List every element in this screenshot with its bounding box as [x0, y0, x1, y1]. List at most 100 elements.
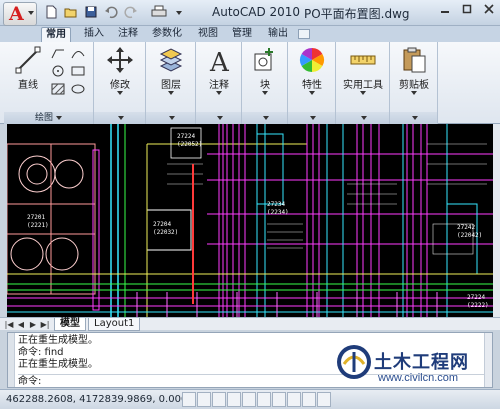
- block-panel-footer[interactable]: [242, 112, 287, 124]
- drawing-canvas[interactable]: 27201 (2221) 27204 (22032) 27224 (22052)…: [7, 124, 493, 317]
- arc-button[interactable]: [70, 46, 86, 60]
- qat-customize-button[interactable]: [170, 3, 188, 21]
- ellipse-icon: [71, 84, 85, 94]
- block-button[interactable]: 块: [241, 44, 289, 110]
- chevron-down-icon: [310, 115, 316, 120]
- layout-tab-bar: |◀ ◀ ▶ ▶| 模型 Layout1: [0, 317, 500, 331]
- coordinate-readout[interactable]: 462288.2608, 4172839.9869, 0.0000: [6, 394, 194, 405]
- next-tab-arrow-icon[interactable]: ▶: [28, 320, 38, 329]
- lineweight-toggle[interactable]: [302, 392, 316, 407]
- clipboard-panel-footer[interactable]: [390, 112, 437, 124]
- otrack-toggle[interactable]: [257, 392, 271, 407]
- chevron-down-icon: [117, 91, 123, 95]
- annotation-label: 注释: [209, 80, 229, 91]
- tab-manage[interactable]: 管理: [228, 27, 256, 42]
- layers-button[interactable]: 图层: [147, 44, 195, 110]
- osnap-toggle[interactable]: [242, 392, 256, 407]
- ellipse-button[interactable]: [70, 82, 86, 96]
- title-bar: A AutoCAD 2010 PO平面布置图.dwg: [0, 0, 500, 26]
- ducs-toggle[interactable]: [272, 392, 286, 407]
- maximize-button[interactable]: [460, 2, 474, 16]
- dyn-toggle[interactable]: [287, 392, 301, 407]
- ribbon-minimize-button[interactable]: [298, 29, 310, 39]
- save-button[interactable]: [82, 3, 100, 21]
- circle-icon: [52, 65, 64, 77]
- close-icon: [484, 4, 494, 14]
- rectangle-icon: [71, 66, 85, 76]
- polyline-button[interactable]: [50, 46, 66, 60]
- modify-panel: 修改: [94, 42, 146, 124]
- open-file-button[interactable]: [62, 3, 80, 21]
- tab-model[interactable]: 模型: [54, 318, 86, 331]
- chevron-down-icon: [262, 91, 268, 95]
- redo-icon: [124, 6, 137, 19]
- quick-properties-toggle[interactable]: [317, 392, 331, 407]
- chevron-down-icon: [361, 115, 367, 120]
- modify-button[interactable]: 修改: [96, 44, 144, 110]
- chevron-down-icon: [216, 91, 222, 95]
- room-label: (22052): [177, 141, 202, 148]
- properties-label: 特性: [302, 80, 322, 91]
- properties-button[interactable]: 特性: [288, 44, 336, 110]
- properties-panel-footer[interactable]: [288, 112, 335, 124]
- tab-output[interactable]: 输出: [264, 27, 292, 42]
- clipboard-button[interactable]: 剪贴板: [390, 44, 438, 110]
- draw-panel-footer[interactable]: 绘图: [4, 112, 93, 124]
- tab-insert[interactable]: 插入: [80, 27, 108, 42]
- room-label: 27204: [153, 221, 171, 228]
- circle-button[interactable]: [50, 64, 66, 78]
- watermark-url: www.civilcn.com: [378, 372, 459, 384]
- printer-icon: [151, 5, 167, 17]
- tab-parametric[interactable]: 参数化: [148, 27, 186, 42]
- redo-button[interactable]: [122, 3, 140, 21]
- line-button[interactable]: 直线: [4, 44, 52, 110]
- application-menu-button[interactable]: A: [3, 2, 37, 26]
- line-label: 直线: [18, 80, 38, 91]
- chevron-down-icon: [412, 115, 418, 120]
- draw-panel: 直线 绘图: [4, 42, 94, 124]
- layers-panel-footer[interactable]: [146, 112, 195, 124]
- ortho-toggle[interactable]: [212, 392, 226, 407]
- polar-toggle[interactable]: [227, 392, 241, 407]
- hatch-icon: [51, 83, 65, 95]
- annotation-button[interactable]: A 注释: [195, 44, 243, 110]
- utilities-button[interactable]: 实用工具: [339, 44, 387, 110]
- tab-home[interactable]: 常用: [41, 27, 71, 42]
- layers-label: 图层: [161, 80, 181, 91]
- prev-tab-arrow-icon[interactable]: ◀: [16, 320, 26, 329]
- command-window-grip[interactable]: [8, 333, 15, 387]
- hatch-button[interactable]: [50, 82, 66, 96]
- bottom-corridor: [7, 273, 493, 317]
- vertical-scrollbar[interactable]: [493, 124, 500, 317]
- text-icon: A: [209, 48, 230, 74]
- chevron-down-icon: [176, 11, 182, 15]
- modify-panel-footer[interactable]: [94, 112, 145, 124]
- status-bar: 462288.2608, 4172839.9869, 0.0000: [0, 389, 500, 409]
- plot-button[interactable]: [150, 3, 168, 21]
- grid-toggle[interactable]: [197, 392, 211, 407]
- new-file-button[interactable]: [42, 3, 60, 21]
- rectangle-button[interactable]: [70, 64, 86, 78]
- minimize-button[interactable]: [438, 2, 452, 16]
- utilities-panel-footer[interactable]: [336, 112, 389, 124]
- snap-toggle[interactable]: [182, 392, 196, 407]
- room-label: (22032): [153, 229, 178, 236]
- app-title: AutoCAD 2010: [212, 5, 301, 19]
- maximize-icon: [462, 4, 472, 14]
- chevron-down-icon: [169, 115, 175, 120]
- annotation-panel: A 注释: [196, 42, 242, 124]
- block-panel: 块: [242, 42, 288, 124]
- last-tab-arrow-icon[interactable]: ▶|: [40, 320, 50, 329]
- annotation-panel-footer[interactable]: [196, 112, 241, 124]
- close-button[interactable]: [482, 2, 496, 16]
- quick-access-toolbar: [42, 3, 188, 23]
- watermark-title: 土木工程网: [374, 352, 469, 373]
- tab-view[interactable]: 视图: [194, 27, 222, 42]
- move-icon: [107, 47, 133, 73]
- minimize-icon: [441, 11, 449, 13]
- tab-annotate[interactable]: 注释: [114, 27, 142, 42]
- tab-layout1[interactable]: Layout1: [88, 318, 141, 331]
- utilities-panel: 实用工具: [336, 42, 390, 124]
- first-tab-arrow-icon[interactable]: |◀: [4, 320, 14, 329]
- undo-button[interactable]: [102, 3, 120, 21]
